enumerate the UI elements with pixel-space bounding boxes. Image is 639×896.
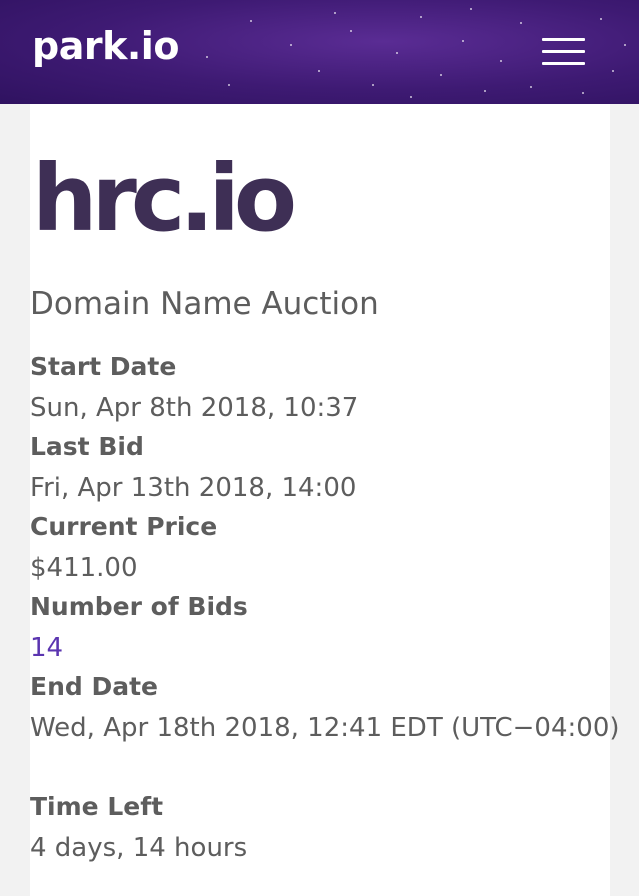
time-left-label: Time Left [30,792,164,821]
auction-card: hrc.io Domain Name Auction Start Date Su… [30,104,620,896]
end-date-label: End Date [30,672,159,701]
number-of-bids-label: Number of Bids [30,592,248,621]
start-date-label: Start Date [30,352,177,381]
current-price-label: Current Price [30,512,218,541]
time-left-value: 4 days, 14 hours [30,833,248,863]
current-price-value: $411.00 [30,553,138,583]
number-of-bids-link[interactable]: 14 [30,631,63,665]
domain-title: hrc.io [32,145,297,252]
park-io-logo[interactable]: park.io [32,22,179,70]
auction-subtitle: Domain Name Auction [30,286,379,322]
start-date-value: Sun, Apr 8th 2018, 10:37 [30,393,359,423]
end-date-value: Wed, Apr 18th 2018, 12:41 EDT (UTC−04:00… [30,713,620,743]
hamburger-menu-icon[interactable] [538,36,588,70]
last-bid-value: Fri, Apr 13th 2018, 14:00 [30,473,357,503]
last-bid-label: Last Bid [30,432,144,461]
top-navigation-bar: park.io [0,0,639,104]
